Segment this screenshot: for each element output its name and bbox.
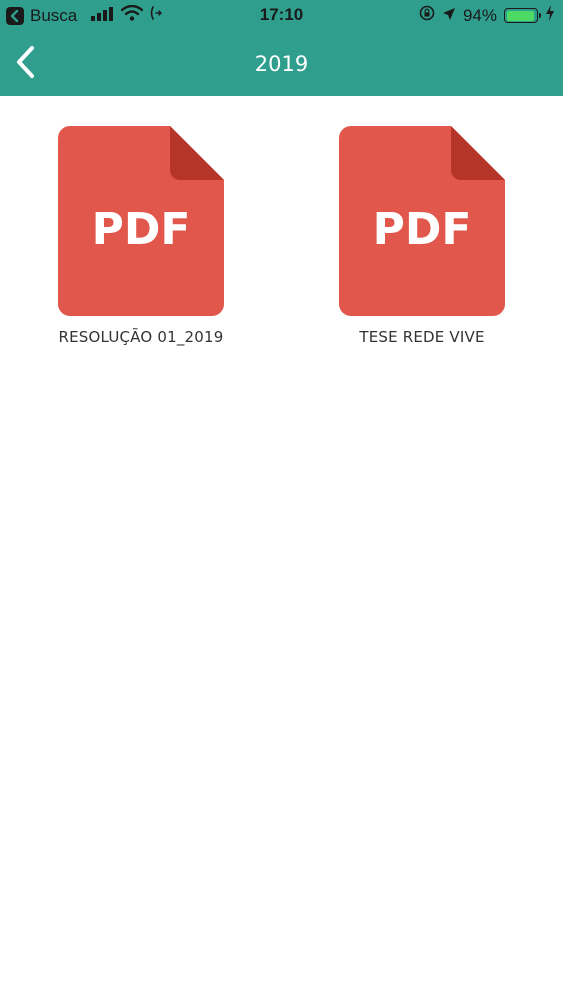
charging-bolt-icon (545, 5, 555, 26)
status-bar: Busca 17:10 94% (0, 0, 563, 32)
pdf-icon-text: PDF (92, 204, 191, 255)
battery-icon (504, 8, 541, 23)
file-label: RESOLUÇÃO 01_2019 (58, 328, 224, 346)
pdf-file-icon: PDF (58, 126, 224, 316)
status-right: 94% (419, 5, 555, 26)
file-item-resolucao[interactable]: PDF RESOLUÇÃO 01_2019 (21, 124, 261, 346)
battery-percent: 94% (462, 5, 497, 25)
location-arrow-icon (442, 6, 456, 26)
file-item-tese[interactable]: PDF TESE REDE VIVE (302, 124, 542, 346)
file-label: TESE REDE VIVE (359, 328, 485, 346)
battery-fill (506, 10, 534, 21)
app-header: Busca 17:10 94% 2019 (0, 0, 563, 96)
page-title: 2019 (254, 52, 309, 76)
rotation-lock-icon (419, 5, 435, 26)
pdf-file-icon: PDF (339, 126, 505, 316)
pdf-icon-text: PDF (373, 204, 472, 255)
